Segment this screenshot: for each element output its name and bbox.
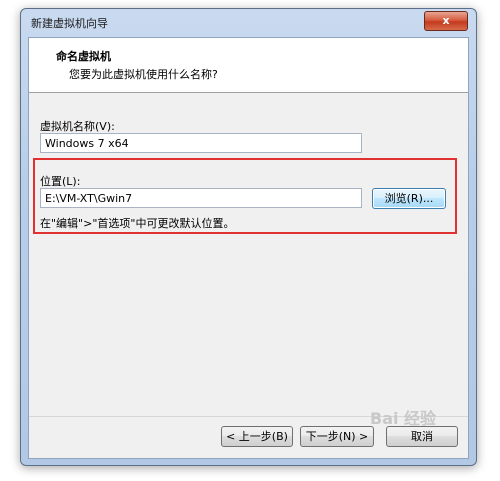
- page-subtitle: 您要为此虚拟机使用什么名称?: [69, 68, 218, 81]
- wizard-window: 新建虚拟机向导 x 命名虚拟机 您要为此虚拟机使用什么名称? 虚拟机名称(V):…: [20, 8, 477, 466]
- browse-button[interactable]: 浏览(R)...: [372, 188, 446, 209]
- next-button[interactable]: 下一步(N) >: [300, 426, 374, 447]
- window-title: 新建虚拟机向导: [31, 17, 108, 30]
- location-label: 位置(L):: [40, 175, 81, 188]
- back-button[interactable]: < 上一步(B): [221, 426, 293, 447]
- vm-name-input[interactable]: Windows 7 x64: [40, 133, 362, 153]
- vm-name-label: 虚拟机名称(V):: [40, 120, 115, 133]
- baidu-watermark: Bai 经验: [370, 409, 437, 428]
- page-title: 命名虚拟机: [56, 50, 111, 63]
- title-bar[interactable]: 新建虚拟机向导 x: [21, 9, 476, 37]
- location-input[interactable]: E:\VM-XT\Gwin7: [40, 188, 362, 208]
- cancel-button[interactable]: 取消: [386, 426, 458, 447]
- wizard-client-area: 命名虚拟机 您要为此虚拟机使用什么名称? 虚拟机名称(V): Windows 7…: [28, 37, 469, 459]
- wizard-header: 命名虚拟机 您要为此虚拟机使用什么名称?: [29, 38, 468, 93]
- location-hint: 在"编辑">"首选项"中可更改默认位置。: [40, 217, 235, 230]
- close-button[interactable]: x: [424, 11, 468, 31]
